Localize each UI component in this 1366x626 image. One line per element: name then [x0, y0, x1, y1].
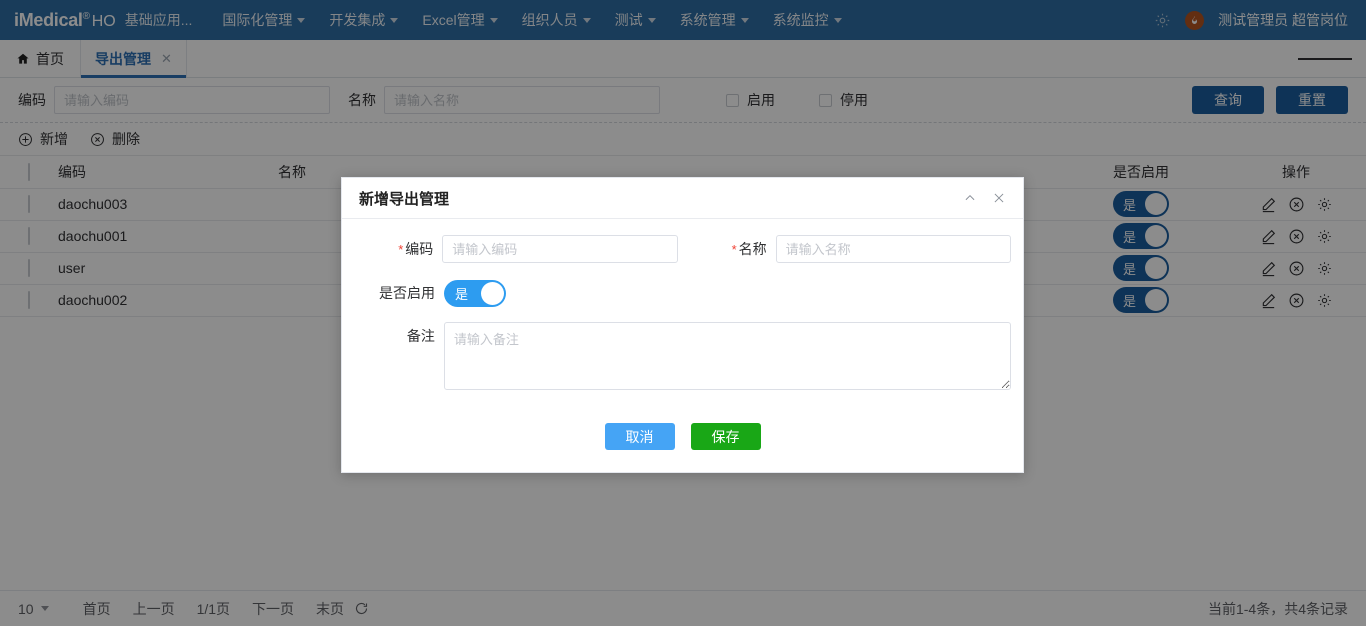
dialog-name-input[interactable] — [776, 235, 1011, 263]
dialog-body: *编码 *名称 是否启用 是 备注 — [342, 219, 1023, 415]
dialog-enable-toggle[interactable]: 是 — [444, 280, 506, 307]
save-button[interactable]: 保存 — [691, 423, 761, 450]
dialog-remark-textarea[interactable] — [444, 322, 1011, 390]
dialog-enable-label: 是否启用 — [354, 279, 444, 307]
label-text: 名称 — [739, 241, 767, 257]
dialog-name-label: *名称 — [678, 235, 776, 264]
add-export-dialog: 新增导出管理 *编码 *名称 是否启用 是 备注 — [341, 177, 1024, 473]
dialog-footer: 取消 保存 — [342, 415, 1023, 472]
dialog-remark-label: 备注 — [354, 322, 444, 350]
close-icon[interactable] — [992, 191, 1006, 205]
toggle-knob — [481, 282, 504, 305]
required-asterisk: * — [732, 242, 737, 257]
dialog-row-remark: 备注 — [354, 322, 1011, 390]
required-asterisk: * — [398, 242, 403, 257]
app-root: iMedical®HO 基础应用... 国际化管理 开发集成 Excel管理 组… — [0, 0, 1366, 626]
dialog-header-actions — [963, 191, 1006, 205]
dialog-row-enable: 是否启用 是 — [354, 279, 1011, 307]
chevron-up-icon[interactable] — [963, 191, 977, 205]
dialog-row-code-name: *编码 *名称 — [354, 235, 1011, 264]
dialog-code-label: *编码 — [354, 235, 442, 264]
dialog-title: 新增导出管理 — [359, 188, 449, 209]
cancel-button[interactable]: 取消 — [605, 423, 675, 450]
label-text: 编码 — [405, 241, 433, 257]
toggle-state-label: 是 — [455, 284, 468, 303]
dialog-header: 新增导出管理 — [342, 178, 1023, 219]
dialog-code-input[interactable] — [442, 235, 677, 263]
